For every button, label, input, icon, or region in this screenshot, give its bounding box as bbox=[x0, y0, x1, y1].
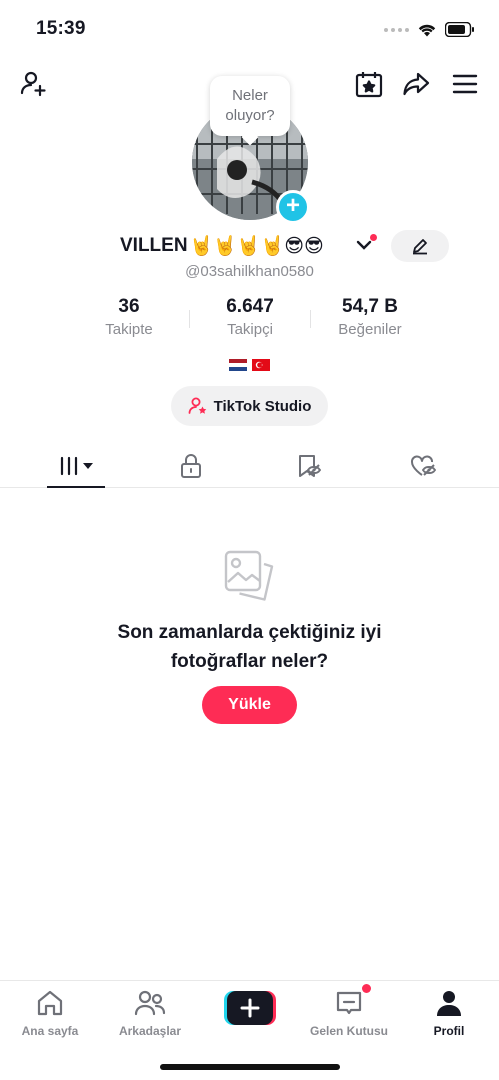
battery-icon bbox=[445, 22, 474, 37]
stat-divider bbox=[310, 310, 311, 328]
stat-following-value: 36 bbox=[118, 296, 140, 317]
home-indicator bbox=[160, 1064, 340, 1070]
status-bar: 15:39 bbox=[0, 0, 499, 56]
bio-flags bbox=[0, 356, 499, 372]
menu-button[interactable] bbox=[447, 66, 483, 102]
inbox-notification-dot bbox=[362, 984, 371, 993]
account-switch-button[interactable] bbox=[356, 238, 372, 257]
add-user-icon bbox=[20, 71, 46, 97]
friends-icon bbox=[134, 990, 166, 1016]
tiktok-studio-button[interactable]: TikTok Studio bbox=[171, 386, 328, 426]
nav-inbox[interactable]: Gelen Kutusu bbox=[299, 989, 399, 1038]
stat-followers-value: 6.647 bbox=[226, 296, 274, 317]
inbox-icon bbox=[336, 991, 362, 1015]
stat-followers-label: Takipçi bbox=[227, 321, 273, 338]
empty-state-line-2: fotoğraflar neler? bbox=[170, 651, 329, 672]
nav-friends[interactable]: Arkadaşlar bbox=[100, 989, 200, 1038]
display-name: VILLEN 🤘🤘🤘🤘😎😎 bbox=[120, 234, 324, 258]
nav-profile[interactable]: Profil bbox=[399, 989, 499, 1038]
calendar-star-icon bbox=[355, 72, 383, 98]
user-star-icon bbox=[188, 397, 206, 414]
calendar-star-button[interactable] bbox=[351, 66, 387, 102]
home-icon bbox=[37, 990, 63, 1016]
create-button[interactable] bbox=[224, 991, 276, 1025]
heart-hidden-icon bbox=[411, 455, 436, 476]
stat-following[interactable]: 36 Takipte bbox=[74, 296, 184, 338]
stat-likes-label: Beğeniler bbox=[338, 321, 402, 338]
active-tab-indicator bbox=[47, 486, 105, 488]
tiktok-studio-label: TikTok Studio bbox=[213, 397, 312, 415]
turkey-flag-icon bbox=[252, 359, 271, 372]
status-icons bbox=[384, 22, 475, 37]
nav-home[interactable]: Ana sayfa bbox=[0, 989, 100, 1038]
hamburger-menu-icon bbox=[452, 74, 478, 94]
stat-likes-value: 54,7 B bbox=[342, 296, 398, 317]
notification-dot bbox=[370, 234, 377, 241]
tab-private[interactable] bbox=[161, 444, 221, 488]
chevron-down-icon bbox=[356, 240, 372, 250]
profile-handle: @03sahilkhan0580 bbox=[185, 263, 314, 280]
nav-inbox-label: Gelen Kutusu bbox=[309, 1024, 388, 1038]
display-name-emojis: 🤘🤘🤘🤘😎😎 bbox=[189, 235, 324, 257]
add-story-button[interactable]: + bbox=[276, 190, 310, 224]
nav-friends-label: Arkadaşlar bbox=[118, 1024, 182, 1038]
bubble-line-1: Neler bbox=[232, 87, 268, 104]
status-time: 15:39 bbox=[36, 18, 86, 39]
nav-home-label: Ana sayfa bbox=[21, 1024, 79, 1038]
empty-state-title: Son zamanlarda çektiğiniz iyi fotoğrafla… bbox=[0, 618, 499, 676]
profile-icon bbox=[437, 991, 461, 1016]
display-name-text: VILLEN bbox=[120, 234, 188, 256]
wifi-icon bbox=[418, 24, 436, 36]
edit-profile-button[interactable] bbox=[391, 230, 449, 262]
tab-liked[interactable] bbox=[393, 444, 453, 488]
bookmark-hidden-icon bbox=[299, 455, 321, 477]
netherlands-flag-icon bbox=[228, 359, 247, 372]
name-row: VILLEN 🤘🤘🤘🤘😎😎 bbox=[0, 230, 499, 262]
photos-empty-icon bbox=[222, 548, 278, 609]
pencil-icon bbox=[413, 239, 427, 255]
content-tabs bbox=[0, 444, 499, 488]
tab-reposts[interactable] bbox=[278, 444, 338, 488]
share-icon bbox=[403, 72, 430, 96]
status-bubble[interactable]: Neler oluyor? bbox=[210, 76, 290, 136]
stat-followers[interactable]: 6.647 Takipçi bbox=[195, 296, 305, 338]
stat-divider bbox=[189, 310, 190, 328]
stat-following-label: Takipte bbox=[105, 321, 153, 338]
empty-state-line-1: Son zamanlarda çektiğiniz iyi bbox=[117, 622, 382, 643]
add-friend-button[interactable] bbox=[16, 66, 52, 102]
lock-icon bbox=[181, 454, 201, 478]
plus-icon bbox=[224, 991, 276, 1025]
nav-profile-label: Profil bbox=[433, 1024, 465, 1038]
grid-filter-icon bbox=[60, 456, 93, 476]
stat-likes[interactable]: 54,7 B Beğeniler bbox=[315, 296, 425, 338]
profile-stats: 36 Takipte 6.647 Takipçi 54,7 B Beğenile… bbox=[0, 296, 499, 346]
tab-videos[interactable] bbox=[46, 444, 106, 488]
signal-icon bbox=[384, 27, 409, 32]
bubble-line-2: oluyor? bbox=[225, 107, 275, 124]
upload-button[interactable]: Yükle bbox=[202, 686, 297, 724]
share-profile-button[interactable] bbox=[398, 66, 434, 102]
